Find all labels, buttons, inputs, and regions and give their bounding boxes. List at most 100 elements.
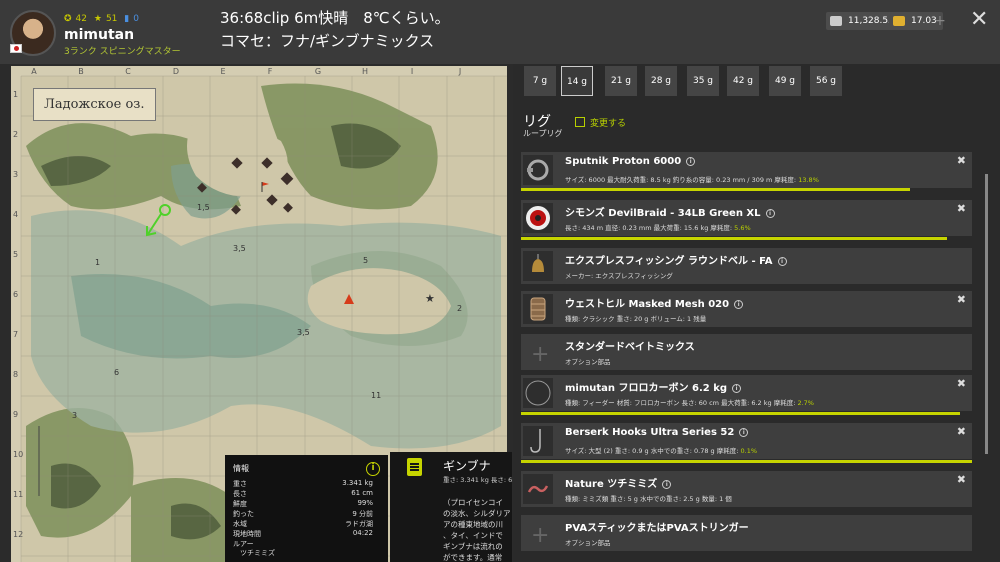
map-col-label: G (314, 67, 322, 76)
fish-info-key: 釣った (233, 510, 254, 518)
change-rig-label: 変更する (590, 119, 627, 129)
rig-item-name: Sputnik Proton 6000 i (565, 156, 696, 167)
fish-info-value: 9 分前 (352, 510, 373, 518)
map-row-label: 7 (13, 330, 19, 339)
map-row-label: 12 (13, 530, 24, 539)
rig-item-details: サイズ: 大型 (2) 重さ: 0.9 g 水中での重さ: 0.78 g 摩耗度… (565, 447, 758, 455)
map-row-label: 8 (13, 370, 19, 379)
rig-item-line[interactable]: シモンズ DevilBraid - 34LB Green XL i 長さ: 434… (521, 200, 972, 236)
rig-item-name: エクスプレスフィッシング ラウンドベル - FA i (565, 252, 787, 267)
star-icon: ★ (93, 14, 102, 24)
info-icon[interactable]: i (777, 257, 787, 266)
player-rank: 3ランク スピニングマスター (64, 47, 181, 57)
weight-option[interactable]: 21 g (605, 66, 637, 96)
map-col-label: A (31, 67, 37, 76)
worm-icon (523, 474, 553, 504)
leader-icon (523, 378, 553, 408)
info-icon[interactable]: i (686, 157, 696, 166)
fish-summary: 重さ: 3.341 kg 長さ: 6 (443, 476, 512, 484)
fish-info-value: 99% (357, 499, 373, 507)
remove-icon[interactable]: ✖ (957, 154, 966, 167)
gold-bar-icon (893, 16, 905, 26)
rig-item-details: 種類: フィーダー 材質: フロロカーボン 長さ: 60 cm 最大荷重: 6.… (565, 399, 814, 407)
weight-option[interactable]: 42 g (727, 66, 759, 96)
rig-item-name: シモンズ DevilBraid - 34LB Green XL i (565, 204, 775, 219)
weight-option[interactable]: 28 g (645, 66, 677, 96)
rig-item-name: スタンダードベイトミックス (565, 342, 695, 353)
map-col-label: E (220, 67, 226, 76)
header-info-line-1: 36:68clip 6m快晴 8℃くらい。 (220, 9, 450, 27)
weight-option[interactable]: 49 g (769, 66, 801, 96)
rig-item-bait-slot[interactable]: + スタンダードベイトミックス オプション部品 (521, 334, 972, 370)
rig-item-details: サイズ: 6000 最大耐久荷重: 8.5 kg 釣り糸の容量: 0.23 mm… (565, 176, 819, 184)
info-icon[interactable]: i (366, 462, 380, 476)
weight-option-selected[interactable]: 14 g (561, 66, 593, 96)
fish-info-title: 情報 (233, 464, 249, 473)
remove-icon[interactable]: ✖ (957, 293, 966, 306)
close-button[interactable]: ✕ (970, 8, 988, 32)
rig-item-reel[interactable]: Sputnik Proton 6000 i サイズ: 6000 最大耐久荷重: 8… (521, 152, 972, 188)
map-row-label: 9 (13, 410, 19, 419)
wear-bar (521, 412, 960, 415)
japan-flag-icon (10, 44, 22, 53)
info-icon[interactable]: i (739, 428, 749, 437)
info-icon[interactable]: i (732, 384, 742, 393)
feeder-icon (523, 294, 553, 324)
remove-icon[interactable]: ✖ (957, 425, 966, 438)
rig-item-bait[interactable]: Nature ツチミミズ i 種類: ミミズ類 重さ: 5 g 水中での重さ: 2… (521, 471, 972, 507)
depth-label: 5 (363, 256, 369, 265)
remove-icon[interactable]: ✖ (957, 202, 966, 215)
header-info-line-2: コマセ：フナ/ギンブナミックス (220, 32, 435, 50)
weight-option[interactable]: 56 g (810, 66, 842, 96)
wear-bar (521, 460, 972, 463)
add-currency-button[interactable]: + (933, 12, 947, 30)
rig-panel: 7 g 14 g 21 g 28 g 35 g 42 g 49 g 56 g リ… (513, 64, 1000, 562)
level-icon: ✪ (64, 14, 72, 24)
map-row-label: 3 (13, 170, 19, 179)
rig-item-pva-slot[interactable]: + PVAスティックまたはPVAストリンガー オプション部品 (521, 515, 972, 551)
rig-item-leader[interactable]: mimutan フロロカーボン 6.2 kg i 種類: フィーダー 材質: フロ… (521, 375, 972, 411)
rig-item-feeder[interactable]: ウェストヒル Masked Mesh 020 i 種類: クラシック 重さ: 20… (521, 291, 972, 327)
reel-icon (523, 155, 553, 185)
rig-item-details: オプション部品 (565, 358, 611, 366)
weight-option[interactable]: 35 g (687, 66, 719, 96)
map-row-label: 6 (13, 290, 19, 299)
depth-label: 2 (457, 304, 463, 313)
remove-icon[interactable]: ✖ (957, 473, 966, 486)
rig-item-hook[interactable]: Berserk Hooks Ultra Series 52 i サイズ: 大型 (… (521, 423, 972, 459)
info-icon[interactable]: i (765, 209, 775, 218)
map-col-label: F (267, 67, 273, 76)
add-icon: + (523, 337, 553, 367)
badge-icon: ▮ (124, 14, 130, 24)
fish-name: ギンブナ (443, 459, 491, 473)
add-icon: + (523, 518, 553, 548)
info-icon[interactable]: i (662, 480, 672, 489)
info-icon[interactable]: i (734, 300, 744, 309)
fish-info-key: 重さ (233, 480, 247, 488)
player-stat-3: 0 (133, 14, 139, 24)
map-row-label: 11 (13, 490, 24, 499)
map-col-label: C (125, 67, 131, 76)
player-stat-1: 42 (75, 14, 87, 24)
scrollbar[interactable] (985, 174, 988, 454)
depth-label: 3,5 (297, 328, 310, 337)
fish-info-value: 3.341 kg (342, 479, 373, 487)
fish-info-value: 04:22 (352, 529, 373, 537)
rig-item-details: メーカー: エクスプレスフィッシング (565, 272, 673, 280)
depth-label: 3,5 (233, 244, 246, 253)
weight-option[interactable]: 7 g (524, 66, 556, 96)
lake-name-label: Ладожское оз. (33, 88, 156, 121)
fish-info-value: 61 cm (351, 489, 373, 497)
remove-icon[interactable]: ✖ (957, 377, 966, 390)
rig-item-name: Berserk Hooks Ultra Series 52 i (565, 427, 749, 438)
rig-item-name: Nature ツチミミズ i (565, 475, 672, 490)
rig-item-details: 種類: ミミズ類 重さ: 5 g 水中での重さ: 2.5 g 数量: 1 個 (565, 495, 732, 503)
rig-type: ループリグ (523, 129, 563, 138)
change-rig-button[interactable]: 変更する (575, 116, 626, 129)
map-row-label: 2 (13, 130, 19, 139)
map-row-label: 4 (13, 210, 19, 219)
fish-info-key: ツチミミズ (233, 549, 275, 557)
rig-item-bell[interactable]: エクスプレスフィッシング ラウンドベル - FA i メーカー: エクスプレスフィ… (521, 248, 972, 284)
depth-label: 6 (114, 368, 120, 377)
top-bar: ✪ 42 ★ 51 ▮ 0 mimutan 3ランク スピニングマスター 36:68c… (0, 0, 1000, 64)
